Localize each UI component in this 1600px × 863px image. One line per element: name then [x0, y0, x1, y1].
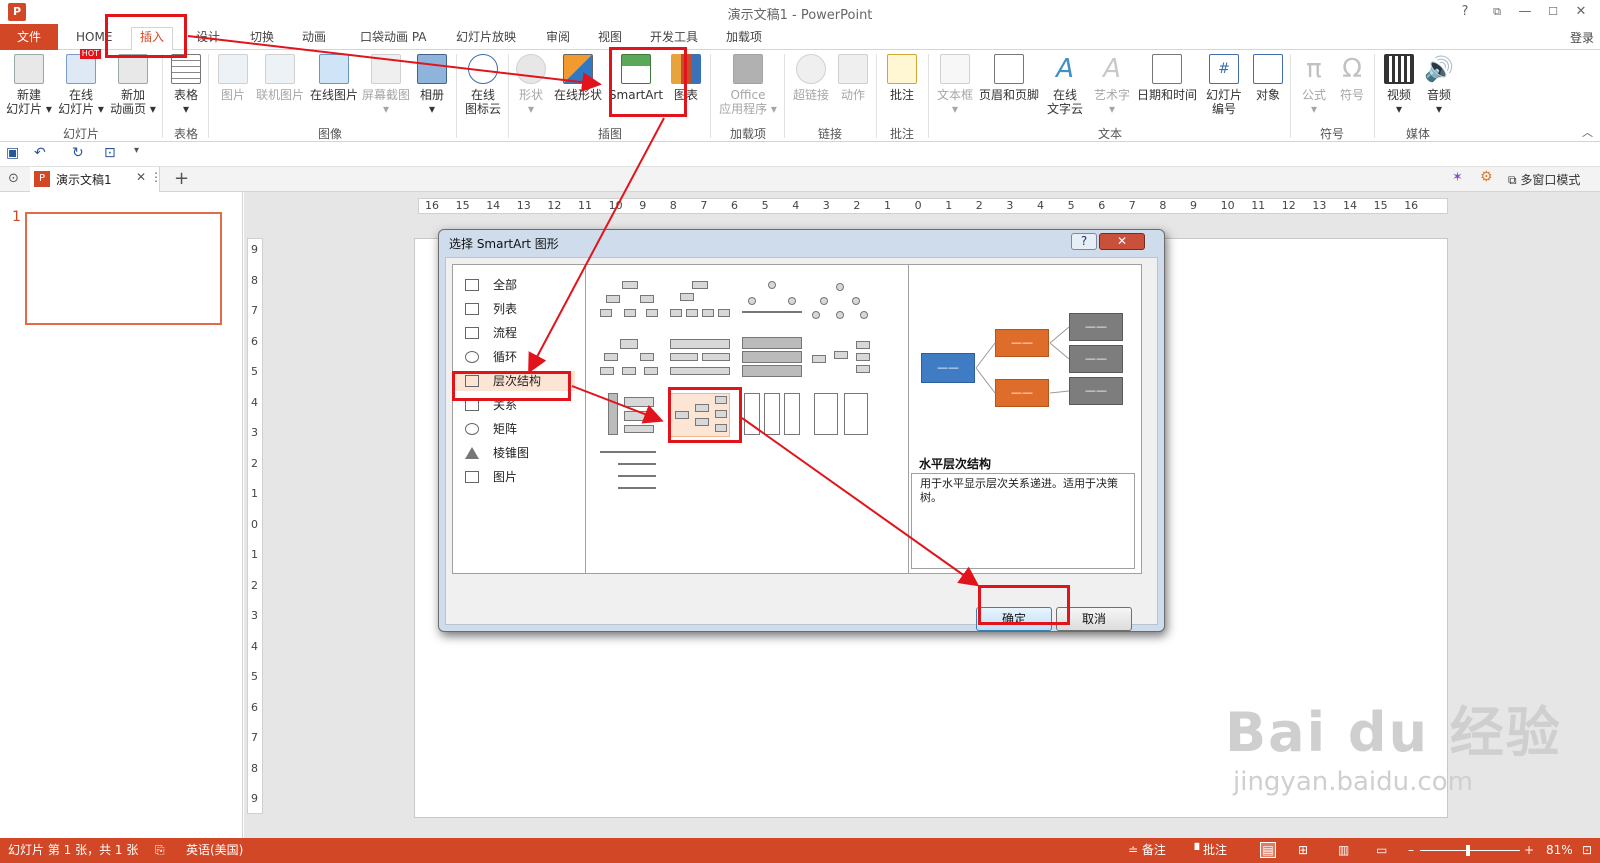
- annotation-arrows: [187, 35, 980, 587]
